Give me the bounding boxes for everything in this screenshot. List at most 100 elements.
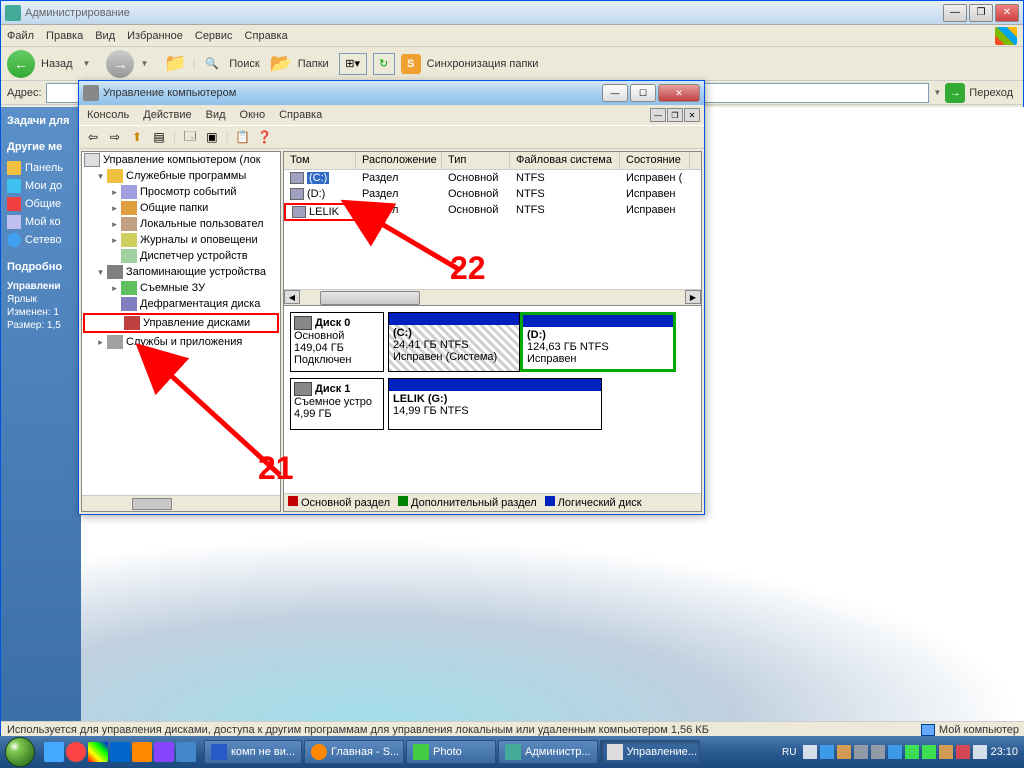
sidebar-item-mydocs[interactable]: Мои до <box>7 179 75 193</box>
tb-forward-icon[interactable]: ⇨ <box>107 129 123 145</box>
mgmt-menu-action[interactable]: Действие <box>143 109 191 121</box>
expand-icon[interactable]: ▸ <box>110 188 119 197</box>
scrollbar-thumb[interactable] <box>132 498 172 510</box>
menu-favorites[interactable]: Избранное <box>127 30 183 42</box>
tray-icon[interactable] <box>820 745 834 759</box>
menu-view[interactable]: Вид <box>95 30 115 42</box>
tree-shared[interactable]: ▸Общие папки <box>82 200 280 216</box>
tree-services[interactable]: ▸Службы и приложения <box>82 334 280 350</box>
tb-refresh-icon[interactable]: 🗔 <box>182 129 198 145</box>
volume-row-lelik[interactable]: LELIK Раздел Основной NTFS Исправен <box>284 202 701 222</box>
col-status[interactable]: Состояние <box>620 152 690 169</box>
sidebar-item-network[interactable]: Сетево <box>7 233 75 247</box>
menu-file[interactable]: Файл <box>7 30 34 42</box>
search-label[interactable]: Поиск <box>229 58 259 70</box>
search-button[interactable]: 🔍 <box>201 53 223 75</box>
clock[interactable]: 23:10 <box>990 746 1018 758</box>
tree-utilities[interactable]: ▾Служебные программы <box>82 168 280 184</box>
tree-storage[interactable]: ▾Запоминающие устройства <box>82 264 280 280</box>
tree-users[interactable]: ▸Локальные пользовател <box>82 216 280 232</box>
task-word[interactable]: комп не ви... <box>204 740 302 764</box>
menu-edit[interactable]: Правка <box>46 30 83 42</box>
volume-row-d[interactable]: (D:) Раздел Основной NTFS Исправен <box>284 186 701 202</box>
expand-icon[interactable]: ▸ <box>110 236 119 245</box>
tree-defrag[interactable]: ▸Дефрагментация диска <box>82 296 280 312</box>
mgmt-close-button[interactable]: ✕ <box>658 84 700 102</box>
mdi-restore-button[interactable]: ❐ <box>667 108 683 122</box>
ql-app3-icon[interactable] <box>176 742 196 762</box>
refresh-button[interactable]: ↻ <box>373 53 395 75</box>
scroll-left-button[interactable]: ◀ <box>284 290 300 304</box>
tray-icon[interactable] <box>939 745 953 759</box>
col-layout[interactable]: Расположение <box>356 152 442 169</box>
go-button[interactable]: → <box>945 83 965 103</box>
volume-c[interactable]: (C:)24,41 ГБ NTFSИсправен (Система) <box>388 312 520 372</box>
mgmt-menu-view[interactable]: Вид <box>206 109 226 121</box>
ql-app1-icon[interactable] <box>132 742 152 762</box>
back-dropdown-icon[interactable]: ▼ <box>83 59 91 68</box>
maximize-button[interactable]: ❐ <box>969 4 993 22</box>
ql-opera-icon[interactable] <box>66 742 86 762</box>
tray-icon[interactable] <box>888 745 902 759</box>
tb-back-icon[interactable]: ⇦ <box>85 129 101 145</box>
col-volume[interactable]: Том <box>284 152 356 169</box>
sync-label[interactable]: Синхронизация папки <box>427 58 539 70</box>
tb-help2-icon[interactable]: ❓ <box>257 129 273 145</box>
folder-up-button[interactable]: 📁 <box>164 53 186 75</box>
nav-forward-button[interactable]: → <box>106 50 134 78</box>
task-photo[interactable]: Photo <box>406 740 496 764</box>
start-button[interactable] <box>0 736 40 768</box>
tb-up-icon[interactable]: ⬆ <box>129 129 145 145</box>
language-indicator[interactable]: RU <box>782 747 796 758</box>
minimize-button[interactable]: — <box>943 4 967 22</box>
ql-app2-icon[interactable] <box>154 742 174 762</box>
tray-icon[interactable] <box>956 745 970 759</box>
collapse-icon[interactable]: ▾ <box>96 172 105 181</box>
ql-chrome-icon[interactable] <box>88 742 108 762</box>
tray-icon[interactable] <box>922 745 936 759</box>
sidebar-item-panel[interactable]: Панель <box>7 161 75 175</box>
views-button[interactable]: ⊞▾ <box>339 53 367 75</box>
mgmt-menu-console[interactable]: Консоль <box>87 109 129 121</box>
mdi-close-button[interactable]: ✕ <box>684 108 700 122</box>
mdi-minimize-button[interactable]: — <box>650 108 666 122</box>
expand-icon[interactable]: ▸ <box>110 204 119 213</box>
mgmt-minimize-button[interactable]: — <box>602 84 628 102</box>
tree-logs[interactable]: ▸Журналы и оповещени <box>82 232 280 248</box>
ql-ie-icon[interactable] <box>44 742 64 762</box>
task-firefox[interactable]: Главная - S... <box>304 740 404 764</box>
tray-icon[interactable] <box>905 745 919 759</box>
tb-help-icon[interactable]: 📋 <box>235 129 251 145</box>
sync-icon[interactable]: S <box>401 54 421 74</box>
tray-icon[interactable] <box>803 745 817 759</box>
mgmt-maximize-button[interactable]: ☐ <box>630 84 656 102</box>
tree-removable[interactable]: ▸Съемные ЗУ <box>82 280 280 296</box>
volume-g[interactable]: LELIK (G:)14,99 ГБ NTFS <box>388 378 602 430</box>
expand-icon[interactable]: ▸ <box>110 220 119 229</box>
col-type[interactable]: Тип <box>442 152 510 169</box>
tree-devices[interactable]: ▸Диспетчер устройств <box>82 248 280 264</box>
sidebar-item-mycomp[interactable]: Мой ко <box>7 215 75 229</box>
scroll-right-button[interactable]: ▶ <box>685 290 701 304</box>
address-dropdown-icon[interactable]: ▼ <box>933 88 941 97</box>
tree-diskmgmt[interactable]: ▸Управление дисками <box>83 313 279 333</box>
menu-tools[interactable]: Сервис <box>195 30 233 42</box>
mgmt-titlebar[interactable]: Управление компьютером — ☐ ✕ <box>79 81 704 105</box>
sidebar-item-shared[interactable]: Общие <box>7 197 75 211</box>
ql-word-icon[interactable] <box>110 742 130 762</box>
col-fs[interactable]: Файловая система <box>510 152 620 169</box>
expand-icon[interactable]: ▸ <box>96 338 105 347</box>
volume-row-c[interactable]: (C:) Раздел Основной NTFS Исправен ( <box>284 170 701 186</box>
fwd-dropdown-icon[interactable]: ▼ <box>140 59 148 68</box>
tray-icon[interactable] <box>973 745 987 759</box>
tb-props-icon[interactable]: ▤ <box>151 129 167 145</box>
close-button[interactable]: ✕ <box>995 4 1019 22</box>
mgmt-menu-window[interactable]: Окно <box>240 109 266 121</box>
folders-label[interactable]: Папки <box>298 58 329 70</box>
tray-icon[interactable] <box>871 745 885 759</box>
tb-export-icon[interactable]: ▣ <box>204 129 220 145</box>
mgmt-menu-help[interactable]: Справка <box>279 109 322 121</box>
task-admin[interactable]: Администр... <box>498 740 598 764</box>
menu-help[interactable]: Справка <box>245 30 288 42</box>
tree-root[interactable]: Управление компьютером (лок <box>82 152 280 168</box>
